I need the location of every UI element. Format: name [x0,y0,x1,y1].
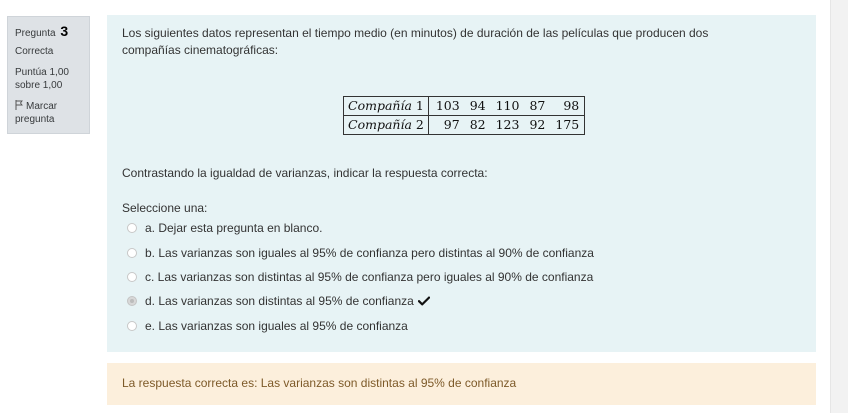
right-answer-feedback: La respuesta correcta es: Las varianzas … [107,363,816,405]
table-row: Compañía 1 103 94 110 87 98 [343,96,585,116]
flag-question-link[interactable]: Marcar pregunta [15,100,85,126]
grade-line-1: Puntúa 1,00 [15,67,69,78]
row-label-number: 2 [415,117,424,132]
question-info-panel: Pregunta 3 Correcta Puntúa 1,00 sobre 1,… [7,16,90,134]
question-state: Correcta [15,46,54,57]
flag-line-2: pregunta [15,114,55,125]
flag-line-1: Marcar [26,101,58,112]
table-cell: 98 [550,96,585,116]
row-label-text: Compañía [348,98,412,113]
row-label: Compañía 2 [343,115,429,135]
table-cell: 94 [464,96,491,116]
answer-option-d[interactable]: d. Las varianzas son distintas al 95% de… [127,293,430,309]
table-cell: 82 [469,117,486,132]
table-cell: 103 [428,96,465,116]
answer-option-e[interactable]: e. Las varianzas son iguales al 95% de c… [127,318,408,334]
answer-option-label: a. Dejar esta pregunta en blanco. [145,221,323,235]
radio-button[interactable] [127,248,137,258]
answer-option-label: b. Las varianzas son iguales al 95% de c… [145,246,594,260]
question-text: Los siguientes datos representan el tiem… [122,26,709,57]
answer-option-c[interactable]: c. Las varianzas son distintas al 95% de… [127,269,593,285]
question-label: Pregunta [15,28,56,39]
radio-button-selected[interactable] [127,296,137,306]
check-icon [417,296,430,306]
flag-icon [15,100,23,110]
question-prompt: Contrastando la igualdad de varianzas, i… [122,166,488,180]
question-number-value: 3 [60,23,69,39]
answer-option-label: d. Las varianzas son distintas al 95% de… [145,294,414,308]
right-answer-text: La respuesta correcta es: Las varianzas … [122,376,517,390]
table-cell: 92 [529,117,546,132]
table-cell: 110 [490,96,525,116]
question-formulation: Los siguientes datos representan el tiem… [107,15,816,352]
answer-option-label: e. Las varianzas son iguales al 95% de c… [145,319,408,333]
select-one-label: Seleccione una: [122,201,208,215]
table-cell: 97 [443,117,460,132]
answer-option-b[interactable]: b. Las varianzas son iguales al 95% de c… [127,245,594,261]
row-label: Compañía 1 [343,96,429,116]
row-label-text: Compañía [348,117,412,132]
grade-line-2: sobre 1,00 [15,80,63,91]
answer-option-a[interactable]: a. Dejar esta pregunta en blanco. [127,220,322,236]
table-row: Compañía 2 97 82 123 92 175 [343,115,585,135]
data-table: Compañía 1 103 94 110 87 98 Compañía 2 9… [343,96,586,135]
answer-option-label: c. Las varianzas son distintas al 95% de… [145,270,594,284]
radio-button[interactable] [127,321,137,331]
page-scrollbar[interactable] [830,0,848,413]
radio-button[interactable] [127,223,137,233]
row-label-number: 1 [415,98,424,113]
question-number: Pregunta 3 [15,23,69,40]
question-grade: Puntúa 1,00 sobre 1,00 [15,66,85,92]
table-cell: 87 [524,96,551,116]
radio-button[interactable] [127,272,137,282]
table-cell: 175 [555,117,580,132]
table-cell: 123 [495,117,520,132]
